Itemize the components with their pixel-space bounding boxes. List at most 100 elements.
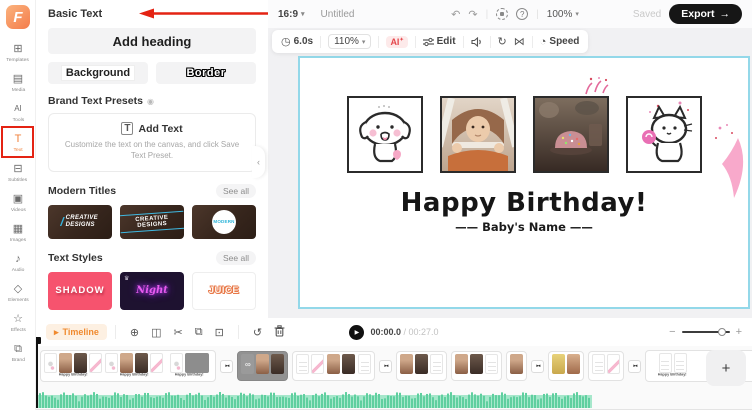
sidebar-item-subtitles[interactable]: ⊟ Subtitles — [0, 158, 36, 188]
text-size-dropdown[interactable]: 110% ▾ — [328, 34, 372, 49]
canvas-zoom-dropdown[interactable]: 100% ▾ — [547, 9, 579, 20]
clip-thumbnail-doodle[interactable] — [44, 353, 57, 373]
text-styles-see-all[interactable]: See all — [216, 250, 256, 265]
sidebar-item-tools[interactable]: AI Tools — [0, 98, 36, 128]
project-title[interactable]: Untitled — [321, 9, 355, 20]
duplicate-icon[interactable]: ⧉ — [195, 326, 203, 339]
sidebar-item-media[interactable]: ▤ Media — [0, 68, 36, 98]
clip-thumbnail-sketch[interactable] — [485, 354, 499, 374]
timeline-zoom-slider[interactable] — [681, 328, 730, 336]
clip-thumbnail-girl[interactable] — [256, 354, 270, 374]
timeline-clip[interactable] — [588, 351, 625, 381]
timeline-toggle-button[interactable]: ▸ Timeline — [46, 324, 107, 340]
timeline-clip[interactable] — [292, 351, 376, 381]
sidebar-item-images[interactable]: ▦ Images — [0, 218, 36, 248]
timeline-clip[interactable]: Happy Birthday! Happy Birthday! Happy Birt… — [40, 350, 217, 382]
clip-thumbnail-pink[interactable] — [89, 353, 102, 373]
sidebar-item-videos[interactable]: ▣ Videos — [0, 188, 36, 218]
screen-record-icon[interactable] — [496, 8, 509, 20]
panel-collapse-button[interactable]: ‹ — [252, 146, 265, 178]
transition-button[interactable]: ▸◂ — [220, 359, 234, 373]
loop-icon[interactable]: ↺ — [253, 326, 262, 339]
help-icon[interactable]: ? — [516, 8, 529, 20]
split-icon[interactable]: ◫ — [151, 326, 161, 339]
transition-button[interactable]: ▸◂ — [628, 359, 642, 373]
clip-thumbnail-doodle[interactable] — [105, 353, 118, 373]
sidebar-item-brand[interactable]: ⧉ Brand — [0, 338, 36, 368]
picture-in-picture-icon[interactable]: ⊡ — [215, 326, 224, 339]
timeline-clip[interactable] — [396, 351, 448, 381]
clip-thumbnail-sketch[interactable] — [430, 354, 444, 374]
clip-thumbnail-cake[interactable] — [74, 353, 87, 373]
undo-icon[interactable]: ↶ — [451, 8, 460, 21]
sidebar-item-elements[interactable]: ◇ Elements — [0, 278, 36, 308]
frame-puppy-doodle[interactable] — [346, 96, 423, 173]
playhead[interactable] — [36, 337, 38, 408]
clip-thumbnail-girl[interactable] — [510, 354, 524, 374]
clip-thumbnail-pink[interactable] — [150, 353, 163, 373]
clip-thumbnail-yellow[interactable] — [552, 354, 566, 374]
canvas-heading-text[interactable]: Happy Birthday! — [300, 188, 748, 218]
modern-titles-see-all[interactable]: See all — [216, 183, 256, 198]
modern-title-thumb-2[interactable]: CREATIVE DESIGNS — [120, 204, 184, 239]
export-button[interactable]: Export → — [669, 4, 742, 24]
clip-thumbnail-sketch[interactable] — [673, 353, 687, 373]
video-canvas[interactable]: Happy Birthday! Baby's Name — [298, 56, 750, 309]
frame-girl-photo[interactable] — [439, 96, 516, 173]
scissors-icon[interactable]: ✂ — [174, 326, 183, 339]
clip-thumbnail-girl[interactable] — [400, 354, 414, 374]
add-text-button[interactable]: T Add Text — [59, 122, 245, 135]
clip-thumbnail-sketch[interactable] — [592, 354, 606, 374]
clip-thumbnail-pink[interactable] — [607, 354, 621, 374]
clip-thumbnail-girl[interactable] — [327, 354, 341, 374]
rotate-icon[interactable]: ↻ — [498, 35, 507, 48]
trash-icon[interactable] — [274, 324, 285, 340]
transition-button[interactable]: ▸◂ — [379, 359, 393, 373]
text-style-thumb-juice[interactable]: JUICE — [192, 271, 256, 310]
clip-thumbnail-pink[interactable] — [311, 354, 325, 374]
timeline-clip[interactable] — [548, 351, 585, 381]
sidebar-item-effects[interactable]: ☆ Effects — [0, 308, 36, 338]
audio-waveform-track[interactable] — [36, 390, 592, 408]
edit-button[interactable]: Edit — [422, 36, 456, 47]
border-text-button[interactable]: Border — [156, 62, 256, 84]
play-button[interactable]: ▶ — [349, 324, 365, 340]
ai-tools-button[interactable]: AI✦ — [386, 35, 408, 48]
slider-knob[interactable] — [717, 328, 726, 336]
sidebar-item-text[interactable]: T Text — [0, 128, 36, 158]
modern-title-thumb-3[interactable]: MODERN — [192, 204, 256, 239]
add-clip-button[interactable]: + — [706, 350, 746, 386]
background-text-button[interactable]: Background — [48, 62, 148, 84]
clip-thumbnail-girl2[interactable] — [567, 354, 581, 374]
transition-button[interactable]: ▸◂ — [531, 359, 545, 373]
clip-thumbnail-girl[interactable] — [455, 354, 469, 374]
app-logo-icon[interactable]: F — [6, 5, 30, 29]
clip-thumbnail-sketch[interactable] — [658, 353, 672, 373]
timeline-clip[interactable] — [506, 351, 528, 381]
frame-cat-doodle[interactable] — [625, 96, 702, 173]
clip-thumbnail-cake[interactable] — [342, 354, 356, 374]
clip-thumbnail-inf[interactable]: ∞ — [241, 354, 255, 374]
clip-thumbnail-cake[interactable] — [271, 354, 285, 374]
text-style-thumb-shadow[interactable]: SHADOW — [48, 271, 112, 310]
modern-title-thumb-1[interactable]: / CREATIVE DESIGNS — [48, 204, 112, 239]
clip-thumbnail-cake[interactable] — [470, 354, 484, 374]
zoom-out-icon[interactable]: − — [669, 326, 675, 338]
timeline-clip[interactable]: ∞ — [237, 351, 289, 381]
clip-thumbnail-cake[interactable] — [415, 354, 429, 374]
sidebar-item-templates[interactable]: ⊞ Templates — [0, 38, 36, 68]
flip-icon[interactable]: ⋈ — [514, 35, 525, 48]
text-style-thumb-night[interactable]: ♛ Night — [120, 271, 184, 310]
clip-thumbnail-sketch[interactable] — [296, 354, 310, 374]
duration-control[interactable]: ◷ 6.0s — [281, 35, 313, 48]
speed-button[interactable]: ◔ Speed — [540, 36, 580, 48]
clip-thumbnail-dark[interactable] — [184, 353, 209, 373]
clip-thumbnail-sketch[interactable] — [358, 354, 372, 374]
redo-icon[interactable]: ↷ — [468, 8, 477, 21]
timeline-clip[interactable] — [451, 351, 503, 381]
clip-thumbnail-girl[interactable] — [59, 353, 72, 373]
clip-thumbnail-girl[interactable] — [120, 353, 133, 373]
zoom-in-icon[interactable]: + — [736, 326, 742, 338]
volume-button[interactable] — [470, 36, 483, 47]
add-scene-icon[interactable]: ⊕ — [130, 326, 139, 339]
